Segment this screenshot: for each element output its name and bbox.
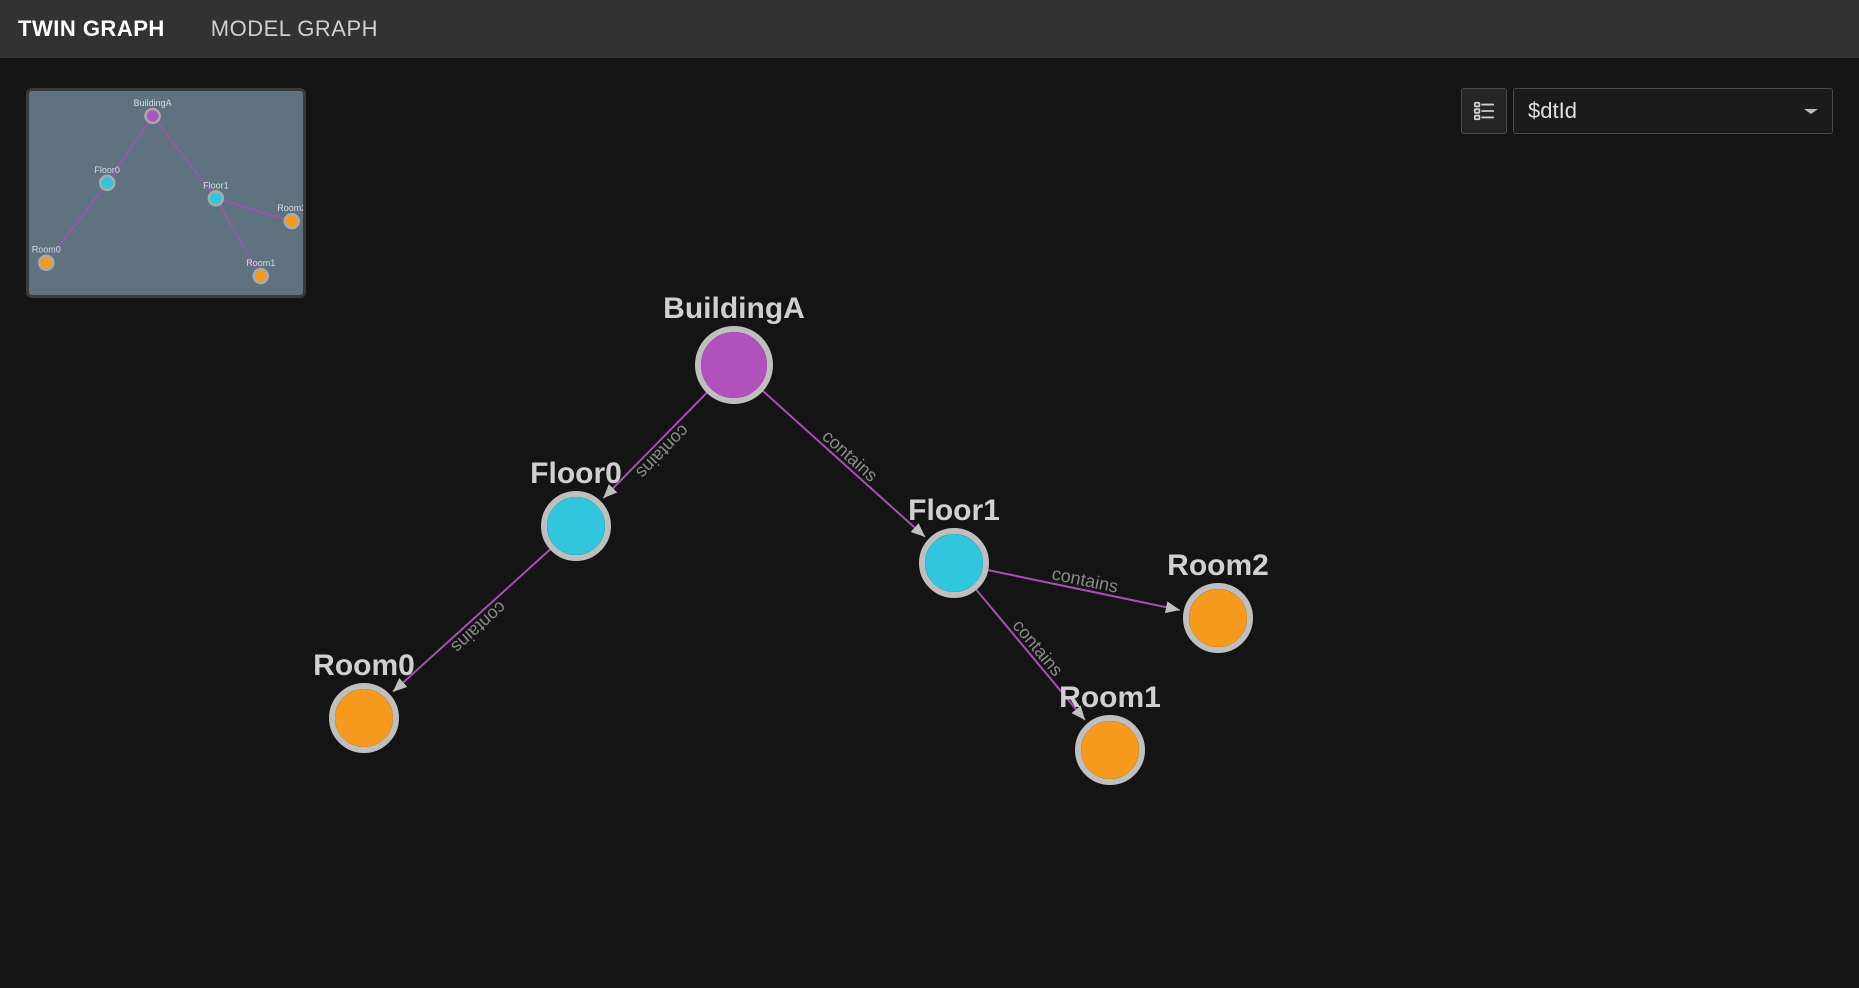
node-label: Floor0 (530, 457, 622, 490)
align-fields-icon-button[interactable] (1461, 88, 1507, 134)
node-Floor0[interactable]: Floor0 (530, 457, 622, 558)
node-label: Room0 (313, 649, 415, 682)
svg-text:Floor0: Floor0 (94, 165, 120, 175)
svg-text:Room1: Room1 (246, 258, 275, 268)
node-Room0[interactable]: Room0 (313, 649, 415, 750)
svg-text:Room2: Room2 (277, 203, 303, 213)
graph-canvas[interactable]: contains contains contains contains contains… (0, 58, 1859, 988)
tab-bar: TWIN GRAPH MODEL GRAPH (0, 0, 1859, 58)
tab-twin-graph[interactable]: TWIN GRAPH (18, 0, 181, 60)
node-Floor1[interactable]: Floor1 (908, 494, 1000, 595)
display-property-group: $dtId (1461, 88, 1833, 134)
tab-model-graph[interactable]: MODEL GRAPH (211, 0, 394, 60)
svg-text:BuildingA: BuildingA (134, 98, 172, 108)
minimap[interactable]: BuildingA Floor0 Floor1 Room0 Room1 Room2 (26, 88, 306, 298)
chevron-down-icon (1804, 109, 1818, 114)
edge-label: contains (632, 421, 693, 483)
align-fields-icon (1473, 100, 1495, 122)
svg-text:Floor1: Floor1 (203, 180, 229, 190)
edge-label: contains (447, 597, 510, 657)
node-label: Room1 (1059, 681, 1161, 714)
edge-label: contains (1050, 563, 1120, 596)
node-label: BuildingA (663, 292, 805, 325)
node-Room1[interactable]: Room1 (1059, 681, 1161, 782)
display-property-dropdown[interactable]: $dtId (1513, 88, 1833, 134)
svg-text:Room0: Room0 (32, 245, 61, 255)
node-label: Floor1 (908, 494, 1000, 527)
node-Room2[interactable]: Room2 (1167, 549, 1269, 650)
minimap-svg: BuildingA Floor0 Floor1 Room0 Room1 Room2 (29, 91, 303, 295)
node-label: Room2 (1167, 549, 1269, 582)
edge-label: contains (818, 426, 881, 486)
node-BuildingA[interactable]: BuildingA (663, 292, 805, 401)
display-property-value: $dtId (1528, 98, 1577, 124)
edge-label: contains (1009, 616, 1067, 680)
